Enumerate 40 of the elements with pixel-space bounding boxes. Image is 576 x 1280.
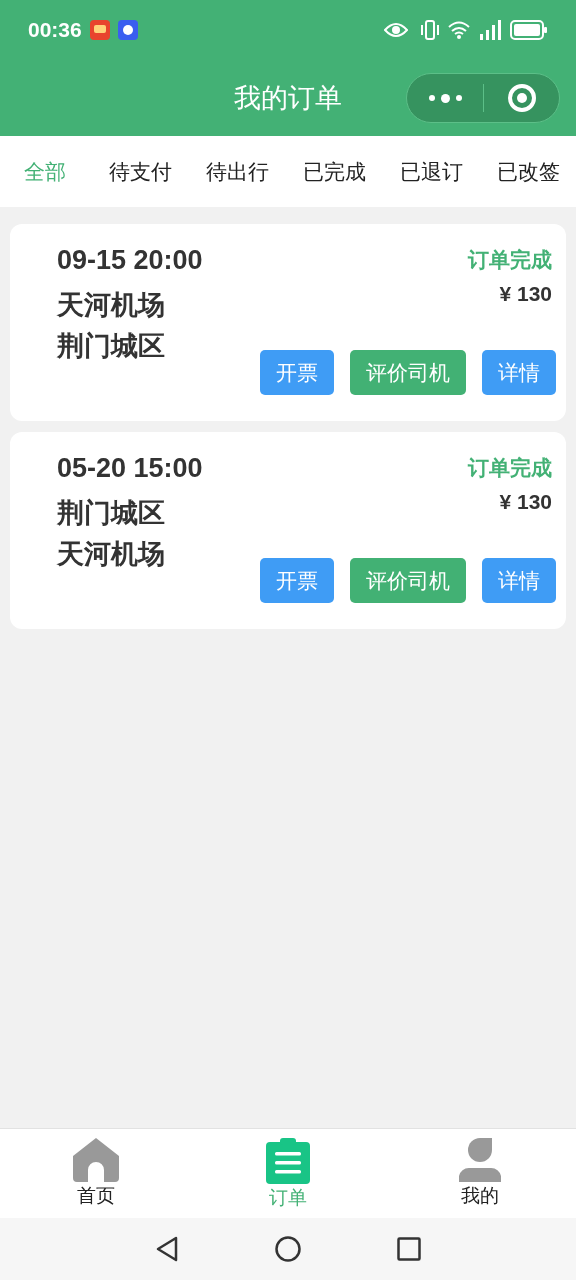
pickup-location: 天河机场 [57, 289, 166, 322]
filter-tab[interactable]: 已改签 [497, 155, 560, 188]
filter-tab[interactable]: 已完成 [303, 155, 366, 188]
home-icon [73, 1138, 119, 1182]
pickup-location: 荆门城区 [57, 497, 166, 530]
order-time: 09-15 20:00 [57, 244, 204, 277]
wifi-icon [448, 21, 470, 39]
person-icon [459, 1138, 501, 1182]
bottom-nav-item[interactable]: 我的 [384, 1129, 576, 1218]
recents-icon[interactable] [397, 1237, 421, 1261]
order-action-button[interactable]: 评价司机 [350, 350, 466, 395]
order-action-button[interactable]: 详情 [482, 350, 556, 395]
order-action-button[interactable]: 开票 [260, 350, 334, 395]
order-time: 05-20 15:00 [57, 452, 204, 485]
vibrate-icon [420, 20, 440, 40]
order-status: 订单完成 [468, 247, 552, 273]
home-circle-icon[interactable] [275, 1236, 301, 1262]
order-action-button[interactable]: 详情 [482, 558, 556, 603]
signal-icon [478, 20, 502, 40]
bottom-nav-item[interactable]: 订单 [192, 1129, 384, 1218]
dropoff-location: 荆门城区 [57, 330, 166, 363]
order-price: ¥ 130 [499, 489, 552, 515]
battery-icon [510, 20, 548, 40]
app-icon [89, 20, 110, 40]
order-action-button[interactable]: 评价司机 [350, 558, 466, 603]
dropoff-location: 天河机场 [57, 538, 166, 571]
back-icon[interactable] [155, 1236, 179, 1262]
bottom-nav-item[interactable]: 首页 [0, 1129, 192, 1218]
order-price: ¥ 130 [499, 281, 552, 307]
filter-tab[interactable]: 已退订 [400, 155, 463, 188]
eye-icon [384, 22, 408, 38]
status-time: 00:36 [28, 17, 82, 44]
filter-tab[interactable]: 全部 [24, 155, 66, 188]
chat-app-icon [117, 20, 138, 40]
order-status: 订单完成 [468, 455, 552, 481]
order-action-button[interactable]: 开票 [260, 558, 334, 603]
filter-tab[interactable]: 待出行 [206, 155, 269, 188]
clipboard-icon [266, 1138, 310, 1184]
page-title: 我的订单 [234, 81, 342, 115]
filter-tab[interactable]: 待支付 [109, 155, 172, 188]
